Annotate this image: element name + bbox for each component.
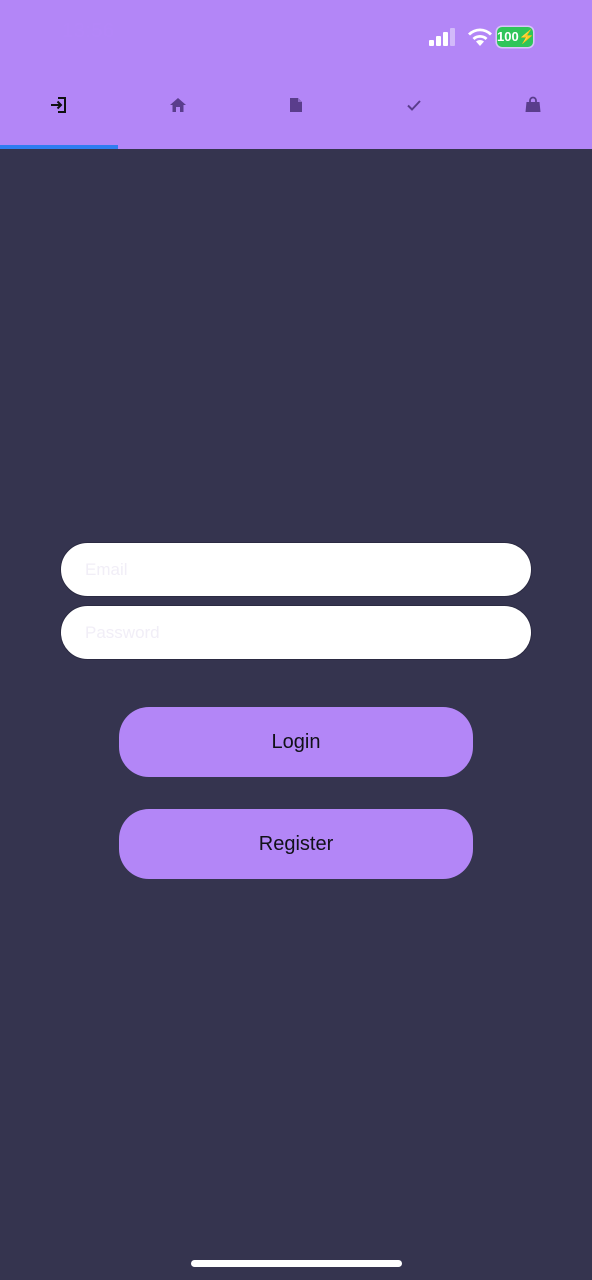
login-icon <box>51 97 67 113</box>
document-icon <box>290 98 303 112</box>
battery-level: 100 <box>497 29 519 44</box>
tab-check[interactable] <box>355 70 473 149</box>
home-icon <box>169 98 186 112</box>
signal-icon <box>429 28 455 46</box>
battery-icon: 100⚡ <box>497 27 535 47</box>
tab-login[interactable] <box>0 70 118 149</box>
wifi-icon <box>468 28 492 46</box>
tab-home[interactable] <box>118 70 236 149</box>
shopping-bag-icon <box>525 96 541 112</box>
tab-indicator <box>0 145 118 149</box>
tab-bar <box>0 70 592 149</box>
password-field[interactable] <box>60 605 532 660</box>
tab-document[interactable] <box>237 70 355 149</box>
checkmark-icon <box>407 100 422 111</box>
top-bar: 13:56 100⚡ <box>0 0 592 149</box>
email-field[interactable] <box>60 542 532 597</box>
tab-shop[interactable] <box>474 70 592 149</box>
login-button[interactable]: Login <box>119 707 473 777</box>
app-screen: 13:56 100⚡ Email Login Register <box>0 0 592 1280</box>
register-button[interactable]: Register <box>119 809 473 879</box>
status-time: 13:56 <box>62 20 115 42</box>
home-indicator[interactable] <box>191 1260 402 1267</box>
